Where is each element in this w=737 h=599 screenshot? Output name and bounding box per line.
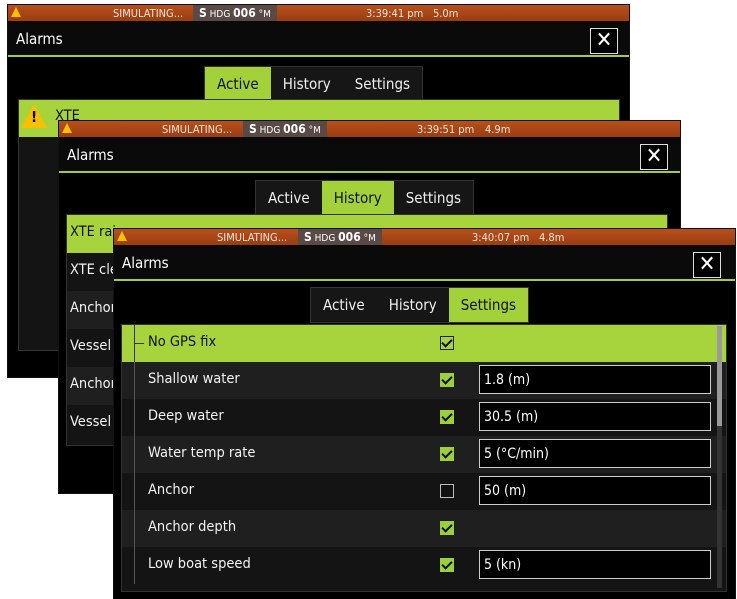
enable-checkbox[interactable] [440, 558, 454, 572]
hdg-label: HDG [209, 9, 231, 20]
hdg-label: HDG [314, 233, 336, 244]
threshold-field[interactable]: 5 (kn) [479, 550, 711, 579]
simulating-label: SIMULATING... [217, 231, 288, 244]
enable-checkbox[interactable] [440, 521, 454, 535]
setting-label: Shallow water [148, 371, 240, 387]
alarms-window-settings: SIMULATING... S HDG 006 °M 3:40:07 pm 4.… [114, 229, 735, 599]
window-title: Alarms [122, 254, 169, 272]
time-readout: 3:39:51 pm [417, 123, 475, 136]
tab-active[interactable]: Active [205, 67, 271, 101]
setting-label: Anchor [148, 482, 194, 498]
settings-row-shallow-water[interactable]: Shallow water 1.8 (m) [122, 362, 726, 399]
depth-readout: 5.0m [433, 7, 459, 20]
settings-row-anchor[interactable]: Anchor 50 (m) [122, 473, 726, 510]
history-item: Vessel [70, 338, 112, 354]
warning-icon[interactable] [117, 231, 127, 241]
time-readout: 3:40:07 pm [472, 231, 530, 244]
setting-label: Anchor depth [148, 519, 237, 535]
tab-history[interactable]: History [377, 288, 449, 322]
settings-row-deep-water[interactable]: Deep water 30.5 (m) [122, 399, 726, 436]
tree-line [134, 510, 135, 547]
setting-label: Deep water [148, 408, 224, 424]
tree-line [134, 399, 135, 436]
hdg-s: S [304, 230, 312, 244]
alarm-warning-icon: ! [21, 104, 47, 128]
enable-checkbox[interactable] [440, 484, 454, 498]
hdg-label: HDG [259, 125, 281, 136]
history-item: XTE rai [70, 224, 117, 240]
enable-checkbox[interactable] [440, 336, 454, 350]
tab-bar: Active History Settings [310, 287, 530, 323]
warning-icon[interactable] [11, 7, 21, 17]
history-item: XTE cle [70, 262, 118, 278]
setting-label: Low boat speed [148, 556, 251, 572]
title-bar: Alarms ✕ [114, 245, 735, 281]
scrollbar[interactable] [717, 326, 722, 588]
simulating-label: SIMULATING... [162, 123, 233, 136]
hdg-s: S [249, 122, 257, 136]
settings-list: No GPS fix Shallow water 1.8 (m) Deep wa… [121, 324, 727, 592]
title-divider [114, 279, 735, 281]
hdg-unit: °M [258, 9, 271, 20]
title-bar: Alarms ✕ [59, 137, 680, 173]
enable-checkbox[interactable] [440, 373, 454, 387]
warning-icon[interactable] [62, 123, 72, 133]
setting-label: Water temp rate [148, 445, 256, 461]
enable-checkbox[interactable] [440, 410, 454, 424]
title-bar: Alarms ✕ [8, 21, 629, 57]
depth-readout: 4.9m [485, 123, 511, 136]
scrollbar-thumb[interactable] [717, 326, 722, 426]
history-item: Anchor [70, 300, 116, 316]
history-item: Anchor [70, 376, 116, 392]
tab-settings[interactable]: Settings [343, 67, 422, 101]
tab-settings[interactable]: Settings [394, 181, 473, 215]
settings-row-anchor-depth[interactable]: Anchor depth [122, 510, 726, 547]
title-divider [59, 171, 680, 173]
threshold-field[interactable]: 50 (m) [479, 476, 711, 505]
hdg-s: S [199, 6, 207, 20]
settings-row-low-boat-speed[interactable]: Low boat speed 5 (kn) [122, 547, 726, 584]
tree-line [134, 547, 135, 584]
tab-active[interactable]: Active [256, 181, 322, 215]
hdg-value: 006 [283, 122, 306, 136]
window-title: Alarms [16, 30, 63, 48]
close-button[interactable]: ✕ [590, 28, 618, 54]
hdg-value: 006 [233, 6, 256, 20]
hdg-unit: °M [308, 125, 321, 136]
close-button[interactable]: ✕ [640, 144, 668, 170]
heading-readout: S HDG 006 °M [193, 5, 277, 21]
tab-history[interactable]: History [271, 67, 343, 101]
heading-readout: S HDG 006 °M [243, 121, 327, 137]
tree-branch [134, 343, 144, 344]
tab-history[interactable]: History [321, 181, 394, 215]
hdg-value: 006 [338, 230, 361, 244]
tree-line [134, 436, 135, 473]
tree-line [134, 362, 135, 399]
threshold-field[interactable]: 30.5 (m) [479, 402, 711, 431]
tab-active[interactable]: Active [311, 288, 377, 322]
hdg-unit: °M [363, 233, 376, 244]
status-bar: SIMULATING... S HDG 006 °M 3:39:51 pm 4.… [59, 121, 680, 137]
depth-readout: 4.8m [539, 231, 565, 244]
tab-bar: Active History Settings [204, 66, 424, 102]
title-divider [8, 55, 629, 57]
close-button[interactable]: ✕ [693, 252, 721, 278]
setting-label: No GPS fix [148, 334, 217, 350]
threshold-field[interactable]: 5 (°C/min) [479, 439, 711, 468]
history-item: Vessel [70, 414, 112, 430]
settings-row-no-gps-fix[interactable]: No GPS fix [122, 325, 726, 362]
enable-checkbox[interactable] [440, 447, 454, 461]
status-bar: SIMULATING... S HDG 006 °M 3:39:41 pm 5.… [8, 5, 629, 21]
settings-row-water-temp-rate[interactable]: Water temp rate 5 (°C/min) [122, 436, 726, 473]
simulating-label: SIMULATING... [113, 7, 184, 20]
threshold-field[interactable]: 1.8 (m) [479, 365, 711, 394]
status-bar: SIMULATING... S HDG 006 °M 3:40:07 pm 4.… [114, 229, 735, 245]
time-readout: 3:39:41 pm [366, 7, 424, 20]
window-title: Alarms [67, 146, 114, 164]
tab-bar: Active History Settings [255, 180, 475, 216]
tab-settings[interactable]: Settings [448, 288, 529, 322]
heading-readout: S HDG 006 °M [298, 229, 382, 245]
tree-line [134, 473, 135, 510]
